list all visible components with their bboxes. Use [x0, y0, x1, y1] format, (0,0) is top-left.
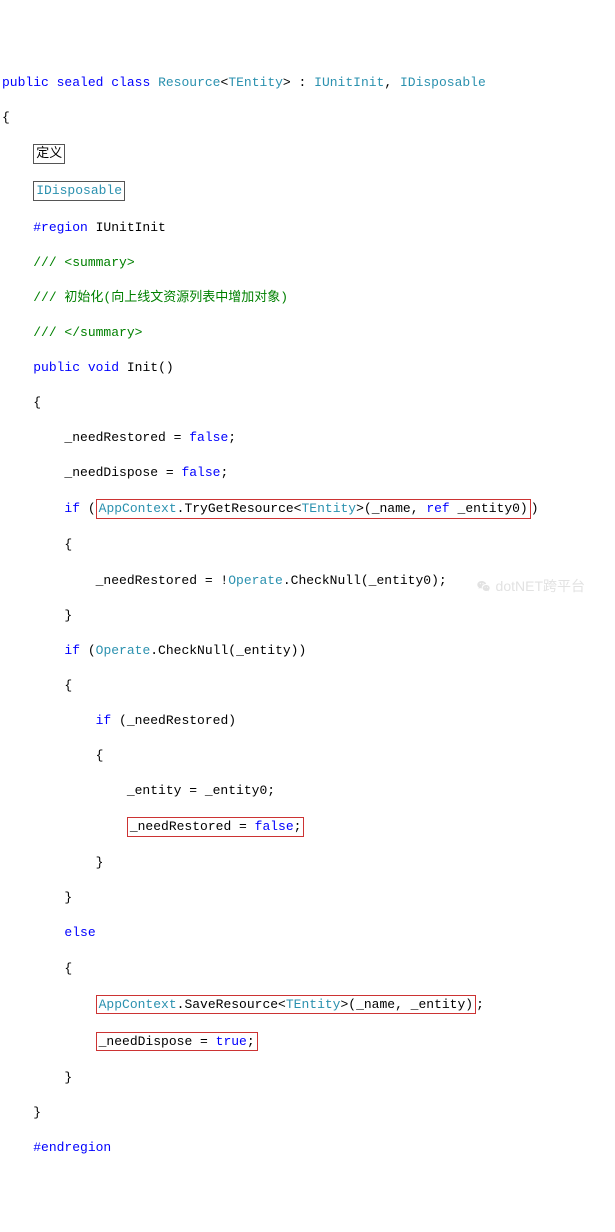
- type-idisposable: IDisposable: [400, 75, 486, 90]
- method-mid: .TryGetResource<: [177, 501, 302, 516]
- code-line: {: [2, 960, 613, 978]
- box-idisposable: IDisposable: [33, 181, 125, 201]
- code-line: {: [2, 677, 613, 695]
- code-line: #endregion: [2, 1139, 613, 1157]
- code-line: public sealed class Resource<TEntity> : …: [2, 74, 613, 92]
- code-line: }: [2, 854, 613, 872]
- kw-else: else: [64, 925, 95, 940]
- kw-void: void: [88, 360, 119, 375]
- type-iunitinit: IUnitInit: [314, 75, 384, 90]
- code-line: IDisposable: [2, 181, 613, 201]
- kw-sealed: sealed: [57, 75, 104, 90]
- paren-open: (: [80, 501, 96, 516]
- code-line: if (_needRestored): [2, 712, 613, 730]
- code-line: if (AppContext.TryGetResource<TEntity>(_…: [2, 499, 613, 519]
- method-rest: >(_name, _entity): [340, 997, 473, 1012]
- xml-comment-slash: ///: [33, 290, 56, 305]
- stmt: .CheckNull(_entity0);: [283, 573, 447, 588]
- semi: ;: [294, 819, 302, 834]
- code-line: _needRestored = !Operate.CheckNull(_enti…: [2, 572, 613, 590]
- box-appcontext-save: AppContext.SaveResource<TEntity>(_name, …: [96, 995, 476, 1015]
- region-start: #region: [33, 220, 88, 235]
- code-line: _needRestored = false;: [2, 817, 613, 837]
- type-appcontext: AppContext: [99, 997, 177, 1012]
- cond: (_needRestored): [111, 713, 236, 728]
- code-line: {: [2, 747, 613, 765]
- method-rest: .CheckNull(_entity)): [150, 643, 306, 658]
- paren-close: ): [531, 501, 539, 516]
- kw-if: if: [64, 501, 80, 516]
- code-line: AppContext.SaveResource<TEntity>(_name, …: [2, 995, 613, 1015]
- method-end: _entity0): [450, 501, 528, 516]
- code-line: {: [2, 536, 613, 554]
- semi: ;: [247, 1034, 255, 1049]
- code-line: /// 初始化(向上线文资源列表中增加对象): [2, 289, 613, 307]
- code-line: _entity = _entity0;: [2, 782, 613, 800]
- code-line: }: [2, 1104, 613, 1122]
- code-line: /// <summary>: [2, 254, 613, 272]
- box-needdispose-true: _needDispose = true;: [96, 1032, 258, 1052]
- xml-summary-close: /// </summary>: [33, 325, 142, 340]
- type-tentity: TEntity: [301, 501, 356, 516]
- type-tentity: TEntity: [228, 75, 283, 90]
- stmt: _needRestored =: [2, 430, 189, 445]
- angle-close: >: [283, 75, 291, 90]
- code-line: }: [2, 889, 613, 907]
- colon: :: [291, 75, 314, 90]
- type-tentity: TEntity: [286, 997, 341, 1012]
- kw-false: false: [189, 430, 228, 445]
- code-line: }: [2, 607, 613, 625]
- method-mid: .SaveResource<: [177, 997, 286, 1012]
- paren-open: (: [80, 643, 96, 658]
- stmt: _needDispose =: [2, 465, 181, 480]
- code-line: /// </summary>: [2, 324, 613, 342]
- code-line: #region IUnitInit: [2, 219, 613, 237]
- stmt: _needRestored = !: [2, 573, 228, 588]
- box-definition: 定义: [33, 144, 65, 164]
- type-operate: Operate: [228, 573, 283, 588]
- kw-true: true: [216, 1034, 247, 1049]
- code-line: else: [2, 924, 613, 942]
- code-line: public void Init(): [2, 359, 613, 377]
- code-line: _needDispose = false;: [2, 464, 613, 482]
- box-needrestored-false: _needRestored = false;: [127, 817, 305, 837]
- code-line: _needDispose = true;: [2, 1032, 613, 1052]
- code-line: {: [2, 109, 613, 127]
- kw-public: public: [33, 360, 80, 375]
- stmt: _needDispose =: [99, 1034, 216, 1049]
- xml-summary-open: /// <summary>: [33, 255, 134, 270]
- kw-ref: ref: [426, 501, 449, 516]
- method-sig: Init(): [119, 360, 174, 375]
- code-line: if (Operate.CheckNull(_entity)): [2, 642, 613, 660]
- comma: ,: [384, 75, 400, 90]
- box-appcontext-tryget: AppContext.TryGetResource<TEntity>(_name…: [96, 499, 531, 519]
- code-line: {: [2, 394, 613, 412]
- semi: ;: [220, 465, 228, 480]
- type-resource: Resource: [158, 75, 220, 90]
- semi: ;: [228, 430, 236, 445]
- kw-if: if: [96, 713, 112, 728]
- kw-false: false: [255, 819, 294, 834]
- kw-public: public: [2, 75, 49, 90]
- code-line: }: [2, 1069, 613, 1087]
- xml-comment-text: 初始化(向上线文资源列表中增加对象): [57, 290, 288, 305]
- method-rest: >(_name,: [356, 501, 426, 516]
- kw-class: class: [111, 75, 150, 90]
- semi: ;: [476, 997, 484, 1012]
- stmt: _needRestored =: [130, 819, 255, 834]
- type-operate: Operate: [96, 643, 151, 658]
- type-appcontext: AppContext: [99, 501, 177, 516]
- code-line: 定义: [2, 144, 613, 164]
- region-text: IUnitInit: [88, 220, 166, 235]
- region-end: #endregion: [33, 1140, 111, 1155]
- kw-if: if: [64, 643, 80, 658]
- code-line: _needRestored = false;: [2, 429, 613, 447]
- kw-false: false: [181, 465, 220, 480]
